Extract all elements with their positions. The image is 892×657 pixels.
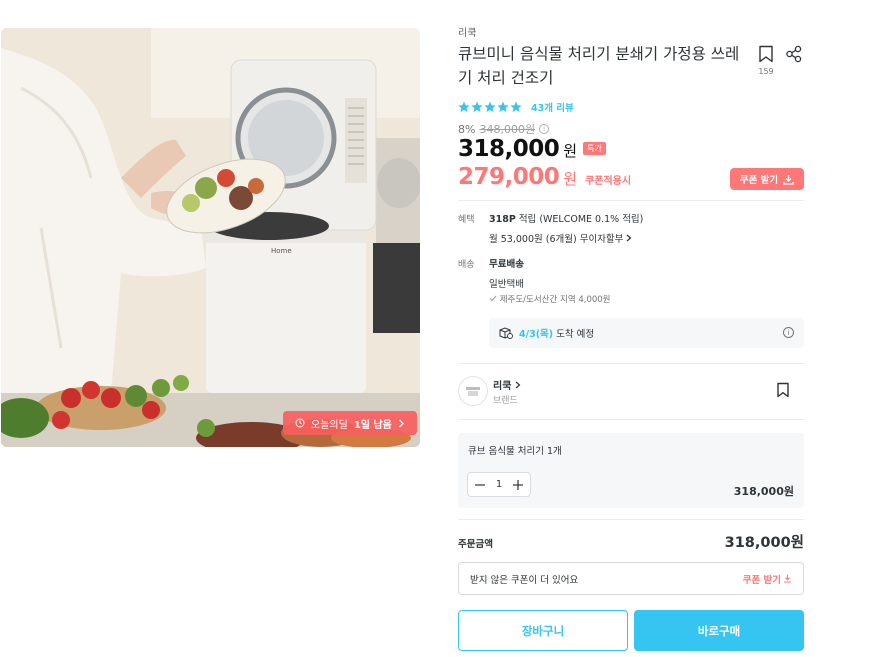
product-image[interactable]: Home 오늘의딜 1일 남음 <box>1 28 420 447</box>
deal-timer-badge[interactable]: 오늘의딜 1일 남음 <box>283 411 417 435</box>
shipping-label: 배송 <box>458 260 475 270</box>
delivery-box-icon <box>499 327 513 339</box>
price-info-icon[interactable]: i <box>539 124 550 134</box>
order-amount-label: 주문금액 <box>458 539 493 550</box>
deal-label: 오늘의딜 <box>311 419 348 431</box>
coupon-applied-label: 쿠폰적용시 <box>585 176 632 187</box>
price-row: 318,000 원 특가 <box>458 136 606 162</box>
discount-rate: 8% <box>458 122 476 136</box>
order-total: 318,000원 <box>724 535 804 551</box>
quantity-stepper[interactable]: 1 <box>467 472 531 497</box>
brand-name-text: 리쿡 <box>493 381 512 392</box>
chevron-right-icon <box>627 234 632 242</box>
arrival-info-icon[interactable]: i <box>783 327 794 338</box>
special-deal-badge: 특가 <box>583 142 606 155</box>
installment-text: 월 53,000원 (6개월) 무이자할부 <box>489 234 624 245</box>
arrival-date: 4/3(목) <box>519 329 554 340</box>
check-icon <box>489 295 497 302</box>
bookmark-icon <box>759 45 773 63</box>
share-button[interactable] <box>785 45 803 67</box>
product-title: 큐브미니 음식물 처리기 분쇄기 가정용 쓰레기 처리 건조기 <box>458 45 740 87</box>
increase-quantity-button[interactable] <box>510 477 526 493</box>
review-count-link[interactable]: 43개 리뷰 <box>531 100 574 114</box>
points-benefit: 318P 적립 (WELCOME 0.1% 적립) <box>489 211 643 225</box>
unreceived-coupon-bar[interactable]: 받지 않은 쿠폰이 더 있어요 쿠폰 받기 <box>458 562 804 595</box>
arrival-text: 도착 예정 <box>556 329 595 340</box>
points-amount: 318P <box>489 214 516 225</box>
brand-logo-icon <box>466 387 480 396</box>
decrease-quantity-button[interactable] <box>472 477 488 493</box>
currency-unit: 원 <box>563 142 578 160</box>
svg-text:Home: Home <box>271 247 292 255</box>
rating-row[interactable]: 43개 리뷰 <box>458 100 574 114</box>
shipping-method: 일반택배 <box>489 279 524 290</box>
brand-avatar <box>458 376 488 406</box>
share-icon <box>786 45 802 63</box>
scrap-button[interactable]: 159 <box>756 45 776 76</box>
minus-icon <box>475 483 485 486</box>
download-icon <box>784 574 791 583</box>
points-detail: 적립 (WELCOME 0.1% 적립) <box>515 214 644 225</box>
selected-option-card: 큐브 음식물 처리기 1개 1 318,000원 <box>458 433 804 508</box>
divider <box>458 363 804 364</box>
brand-card[interactable]: 리쿡 브랜드 <box>458 374 804 408</box>
quantity-value[interactable]: 1 <box>496 479 502 490</box>
brand-link[interactable]: 리쿡 <box>458 24 476 39</box>
buy-now-button[interactable]: 바로구매 <box>634 610 804 651</box>
chevron-right-icon <box>398 419 404 427</box>
get-coupon-label: 쿠폰 받기 <box>739 175 779 186</box>
plus-icon <box>513 479 523 490</box>
star-rating-icon <box>458 101 522 112</box>
discount-row: 8% 348,000원 i <box>458 121 550 137</box>
benefit-label: 혜택 <box>458 215 475 225</box>
coupon-price: 279,000 <box>458 164 560 190</box>
scrap-count: 159 <box>758 67 774 76</box>
coupon-currency-unit: 원 <box>563 170 578 188</box>
option-price: 318,000원 <box>733 485 794 498</box>
get-more-coupon-button[interactable]: 쿠폰 받기 <box>743 572 792 586</box>
divider <box>458 519 804 520</box>
unreceived-coupon-text: 받지 않은 쿠폰이 더 있어요 <box>470 574 579 586</box>
option-name: 큐브 음식물 처리기 1개 <box>468 446 562 457</box>
coupon-price-row: 279,000 원 쿠폰적용시 쿠폰 받기 <box>458 164 804 190</box>
get-more-coupon-label: 쿠폰 받기 <box>742 574 781 586</box>
bookmark-icon <box>777 382 789 398</box>
product-photo-illustration: Home <box>1 28 420 447</box>
brand-name[interactable]: 리쿡 <box>493 377 521 392</box>
add-to-cart-button[interactable]: 장바구니 <box>458 610 628 651</box>
sale-price: 318,000 <box>458 136 560 162</box>
shipping-extra: 제주도/도서산간 지역 4,000원 <box>489 293 611 305</box>
shipping-extra-text: 제주도/도서산간 지역 4,000원 <box>499 295 611 305</box>
divider <box>458 200 804 201</box>
chevron-right-icon <box>515 381 521 389</box>
shipping-fee: 무료배송 <box>489 259 524 270</box>
installment-link[interactable]: 월 53,000원 (6개월) 무이자할부 <box>489 231 632 245</box>
clock-icon <box>295 418 305 428</box>
deal-remaining: 1일 남음 <box>353 419 392 431</box>
get-coupon-button[interactable]: 쿠폰 받기 <box>730 168 804 190</box>
divider <box>458 419 804 420</box>
arrival-estimate: 4/3(목) 도착 예정 i <box>489 318 804 348</box>
original-price: 348,000원 <box>479 123 536 136</box>
brand-bookmark-button[interactable] <box>776 382 790 402</box>
download-icon <box>783 174 794 185</box>
brand-type: 브랜드 <box>493 396 518 406</box>
